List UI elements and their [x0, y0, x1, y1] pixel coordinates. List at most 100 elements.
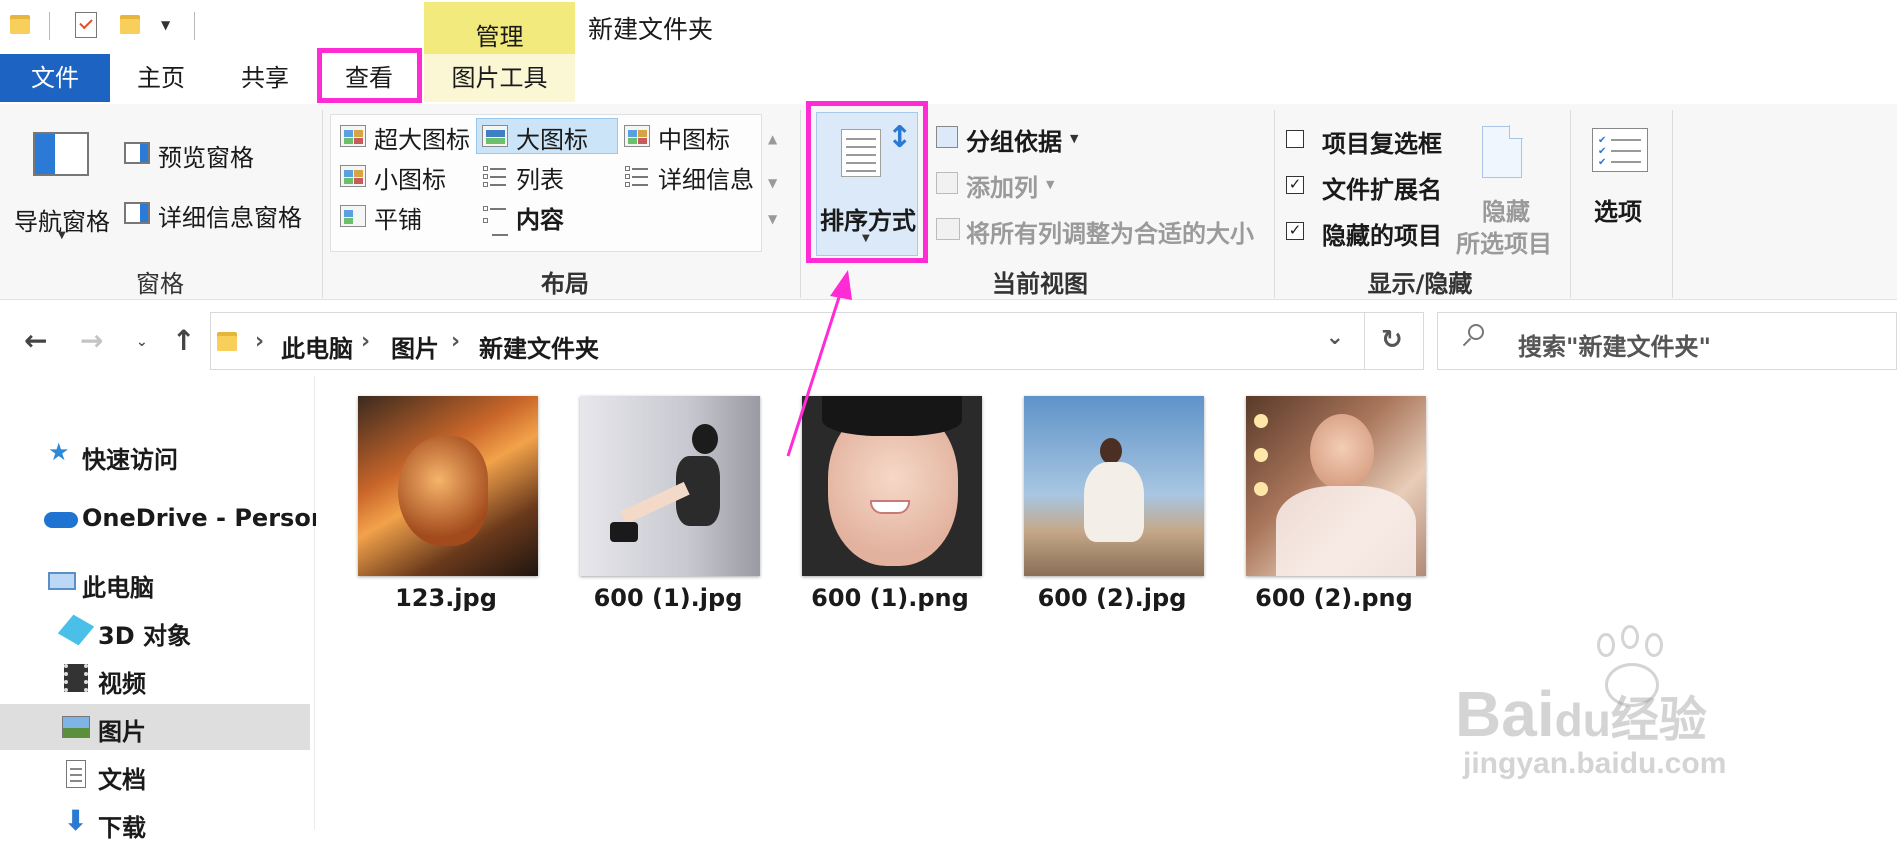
recent-locations-chevron-icon[interactable]: ⌄: [136, 334, 148, 350]
cloud-icon: [44, 512, 78, 528]
search-box[interactable]: 搜索"新建文件夹": [1437, 312, 1897, 370]
nav-item-label: 3D 对象: [98, 622, 191, 650]
layout-small-icons[interactable]: 小图标: [338, 160, 474, 194]
tab-share[interactable]: 共享: [224, 54, 306, 102]
hidden-items-label: 隐藏的项目: [1322, 222, 1442, 250]
panes-group-label: 窗格: [136, 270, 184, 298]
file-name: 600 (1).png: [811, 584, 969, 612]
nav-item-label: 文档: [98, 766, 146, 794]
image-thumbnail: [1024, 396, 1204, 576]
tab-file[interactable]: 文件: [0, 54, 110, 102]
layout-option-label: 小图标: [374, 166, 446, 194]
forward-arrow-icon[interactable]: →: [80, 324, 103, 357]
details-pane-icon: [124, 202, 150, 224]
customize-quick-access-icon[interactable]: ▼: [161, 18, 170, 32]
breadcrumb-separator-icon[interactable]: ›: [255, 329, 264, 354]
quick-access-separator: [49, 12, 50, 40]
extra-large-icons-icon: [340, 125, 366, 147]
properties-icon[interactable]: [75, 12, 97, 38]
title-bar: ▼ 管理 新建文件夹: [0, 0, 1897, 54]
preview-pane-label: 预览窗格: [158, 144, 254, 172]
nav-item-label: 图片: [98, 718, 146, 746]
preview-pane-button[interactable]: 预览窗格: [120, 136, 320, 172]
hidden-items-checkbox[interactable]: ✓: [1286, 222, 1304, 240]
layout-list[interactable]: 列表: [480, 160, 616, 194]
large-icons-icon: [482, 125, 508, 147]
file-item[interactable]: 600 (1).png: [780, 376, 1000, 636]
size-columns-icon: [936, 218, 960, 240]
layout-content[interactable]: 内容: [480, 200, 616, 236]
nav-item-pictures[interactable]: 图片: [0, 704, 310, 750]
file-extensions-checkbox[interactable]: ✓: [1286, 176, 1304, 194]
address-bar[interactable]: › 此电脑 › 图片 › 新建文件夹 ⌄: [210, 312, 1365, 370]
add-column-button[interactable]: 添加列 ▼: [934, 168, 1094, 202]
watermark-bai: Bai: [1455, 678, 1555, 750]
hidden-items-toggle[interactable]: ✓ 隐藏的项目: [1286, 216, 1446, 250]
nav-item-quick-access[interactable]: ★ 快速访问: [0, 432, 310, 478]
layout-option-label: 平铺: [374, 206, 422, 234]
breadcrumb-separator-icon[interactable]: ›: [361, 329, 370, 354]
gallery-scroll-down-icon[interactable]: ▼: [768, 176, 777, 190]
details-pane-button[interactable]: 详细信息窗格: [120, 196, 320, 232]
chevron-down-icon: ▼: [1046, 178, 1055, 191]
size-all-columns-button[interactable]: 将所有列调整为合适的大小: [934, 214, 1264, 248]
file-item[interactable]: 600 (2).jpg: [1002, 376, 1222, 636]
tab-view[interactable]: 查看: [328, 54, 410, 102]
layout-extra-large-icons[interactable]: 超大图标: [338, 120, 474, 154]
options-button[interactable]: ✔ ✔ ✔ 选项: [1580, 120, 1666, 230]
layout-medium-icons[interactable]: 中图标: [622, 120, 758, 154]
group-by-button[interactable]: 分组依据 ▼: [934, 122, 1104, 156]
document-icon: [66, 760, 86, 788]
medium-icons-icon: [624, 125, 650, 147]
item-checkboxes-toggle[interactable]: 项目复选框: [1286, 124, 1446, 158]
gallery-scroll-up-icon[interactable]: ▲: [768, 132, 777, 146]
add-column-label: 添加列: [966, 174, 1038, 202]
breadcrumb-this-pc[interactable]: 此电脑: [281, 329, 353, 364]
new-folder-icon[interactable]: [120, 12, 140, 34]
layout-large-icons[interactable]: 大图标: [480, 120, 616, 154]
layout-option-label: 超大图标: [374, 126, 470, 154]
layout-details[interactable]: 详细信息: [622, 160, 758, 194]
tab-home[interactable]: 主页: [120, 54, 202, 102]
options-label: 选项: [1594, 198, 1642, 226]
nav-item-downloads[interactable]: ⬇ 下载: [0, 800, 310, 846]
layout-tiles[interactable]: 平铺: [338, 200, 474, 234]
watermark-jingyan: 经验: [1610, 694, 1707, 747]
file-item[interactable]: 600 (2).png: [1224, 376, 1444, 636]
layout-group-label: 布局: [541, 270, 589, 298]
ribbon-tabs: 文件 主页 共享 查看 图片工具: [0, 48, 1897, 104]
breadcrumb-pictures[interactable]: 图片: [391, 329, 439, 364]
back-arrow-icon[interactable]: ←: [24, 324, 47, 357]
star-icon: ★: [48, 438, 70, 466]
nav-item-label: 此电脑: [82, 574, 154, 602]
layout-option-label: 中图标: [658, 126, 730, 154]
file-name: 600 (2).png: [1255, 584, 1413, 612]
nav-pane-button[interactable]: 导航窗格 ▼: [10, 118, 114, 241]
nav-item-videos[interactable]: 视频: [0, 656, 310, 702]
item-checkboxes-label: 项目复选框: [1322, 130, 1442, 158]
item-checkboxes-checkbox[interactable]: [1286, 130, 1304, 148]
file-extensions-toggle[interactable]: ✓ 文件扩展名: [1286, 170, 1446, 204]
breadcrumb-new-folder[interactable]: 新建文件夹: [479, 329, 599, 364]
hide-selected-label-1: 隐藏: [1482, 198, 1530, 226]
up-arrow-icon[interactable]: ↑: [172, 324, 195, 357]
manage-tab-group[interactable]: 管理: [424, 2, 575, 54]
nav-item-this-pc[interactable]: 此电脑: [0, 560, 310, 606]
hide-selected-button[interactable]: 隐藏 所选项目: [1446, 120, 1560, 260]
refresh-button[interactable]: ↻: [1364, 312, 1424, 370]
hide-selected-label-2: 所选项目: [1456, 230, 1552, 258]
file-item[interactable]: 600 (1).jpg: [558, 376, 778, 636]
nav-item-documents[interactable]: 文档: [0, 752, 310, 798]
nav-item-onedrive[interactable]: OneDrive - Persona: [0, 496, 344, 542]
breadcrumb-separator-icon[interactable]: ›: [451, 329, 460, 354]
image-thumbnail: [358, 396, 538, 576]
address-history-chevron-icon[interactable]: ⌄: [1326, 325, 1344, 350]
window-title: 新建文件夹: [588, 15, 714, 44]
search-input[interactable]: 搜索"新建文件夹": [1518, 327, 1711, 362]
nav-item-label: OneDrive - Persona: [82, 504, 345, 532]
file-item[interactable]: 123.jpg: [336, 376, 556, 636]
nav-item-3d-objects[interactable]: 3D 对象: [0, 608, 310, 654]
gallery-expand-icon[interactable]: ▼: [768, 212, 777, 226]
image-thumbnail: [1246, 396, 1426, 576]
tab-picture-tools[interactable]: 图片工具: [424, 54, 575, 102]
